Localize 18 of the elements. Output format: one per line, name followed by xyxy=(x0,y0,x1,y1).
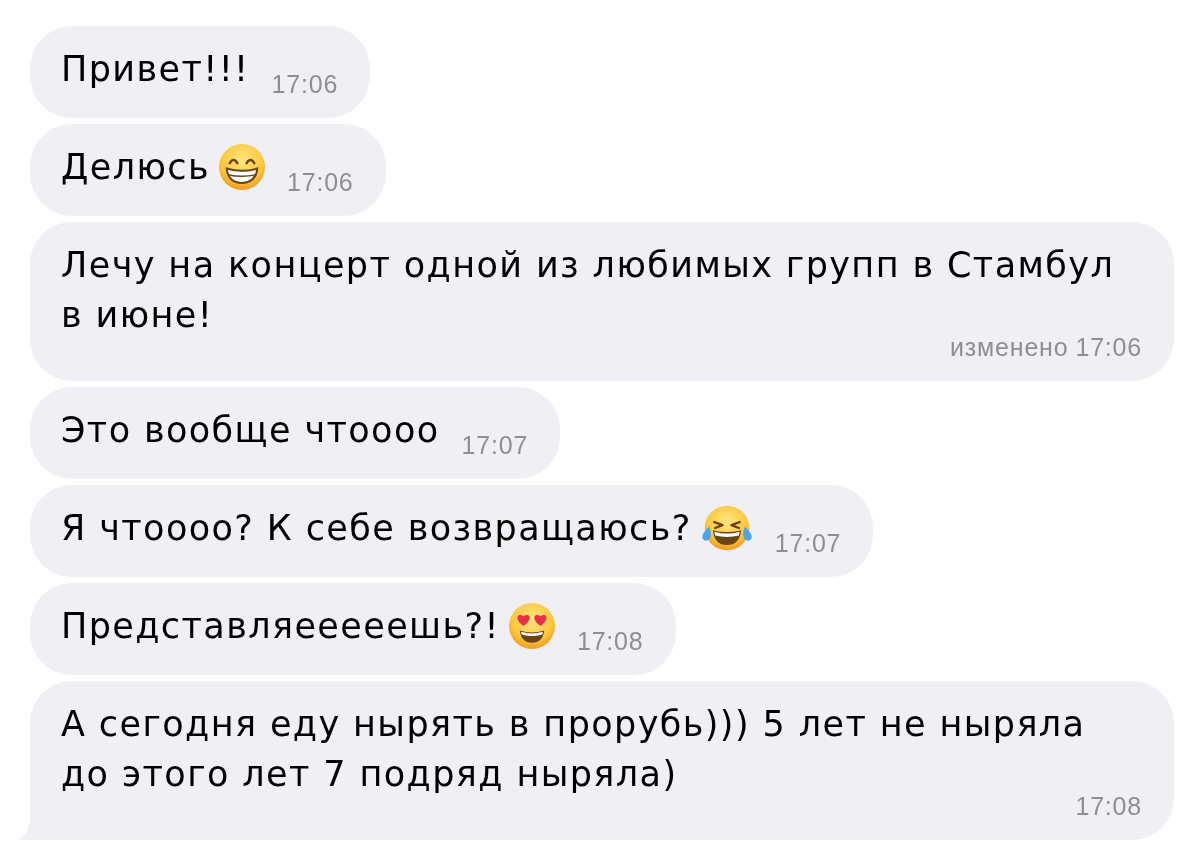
message-text: Представляееееешь?! xyxy=(61,606,500,646)
message-text: Привет!!! xyxy=(61,49,250,89)
message-time: 17:08 xyxy=(576,631,644,651)
message-text: Я чтоооо? К себе возвращаюсь? xyxy=(61,508,692,548)
message-time: 17:06 xyxy=(1075,337,1142,357)
message-text: А сегодня еду нырять в прорубь))) 5 лет не ныряла до этого лет 7 подряд ныряла) xyxy=(61,704,1086,794)
heart-eyes-emoji-icon xyxy=(508,603,555,649)
message-time: 17:07 xyxy=(774,533,842,553)
message-time: 17:06 xyxy=(271,74,339,94)
message-time: 17:07 xyxy=(461,435,529,455)
edited-label: изменено xyxy=(950,337,1069,357)
message-text: Лечу на концерт одной из любимых групп в Стамбул в июне! xyxy=(61,245,1115,335)
message-text: Делюсь xyxy=(61,147,210,187)
message-text: Это вообще чтоооо xyxy=(61,410,440,450)
message-time: 17:06 xyxy=(287,172,354,192)
laughing-tears-emoji-icon xyxy=(700,505,753,551)
message-time: 17:08 xyxy=(1075,796,1142,816)
grinning-face-emoji-icon xyxy=(219,144,265,190)
